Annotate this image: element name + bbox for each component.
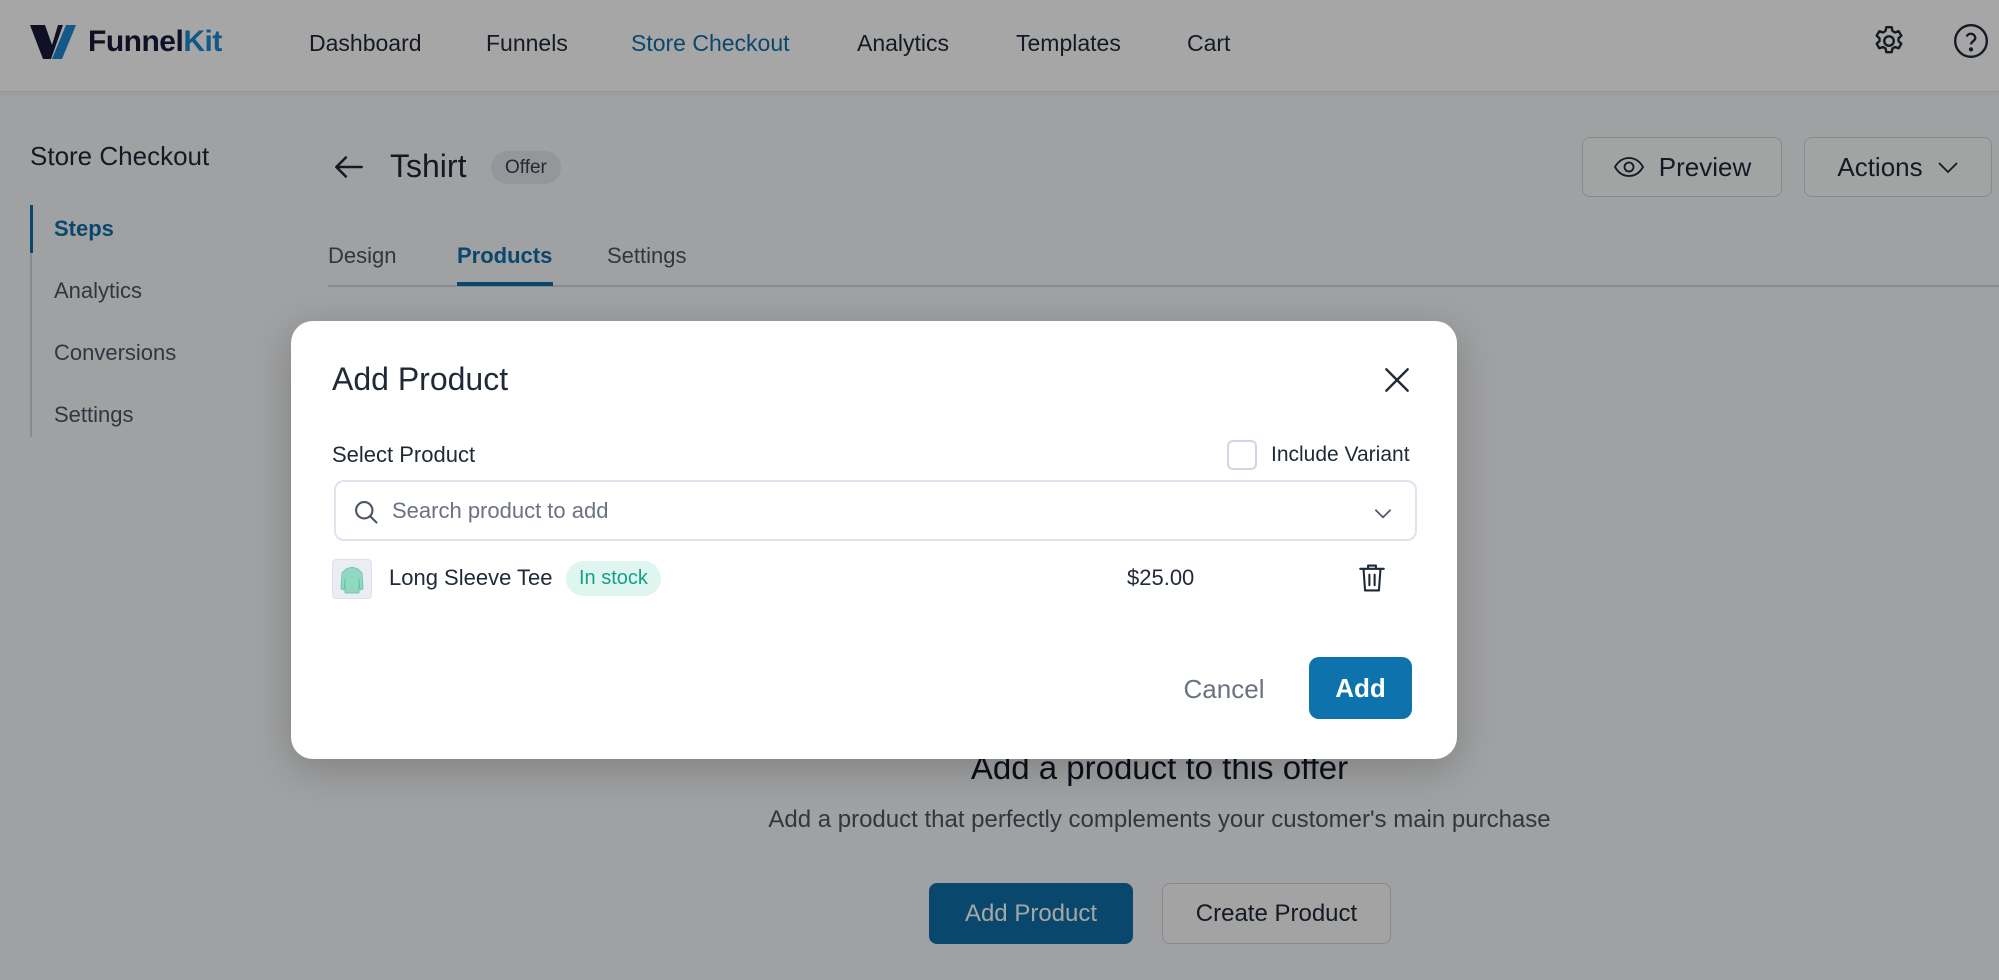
long-sleeve-shirt-icon: [340, 566, 364, 594]
search-icon: [355, 501, 378, 524]
include-variant-label: Include Variant: [1271, 443, 1410, 466]
close-icon[interactable]: [1381, 364, 1413, 396]
chevron-down-icon[interactable]: [1370, 500, 1396, 526]
product-name: Long Sleeve Tee: [389, 565, 553, 590]
product-thumbnail: [332, 559, 372, 599]
product-price: $25.00: [1127, 565, 1195, 590]
stock-status-badge: In stock: [566, 561, 661, 596]
select-product-label: Select Product: [332, 442, 476, 467]
cancel-button[interactable]: Cancel: [1159, 659, 1289, 719]
modal-title: Add Product: [332, 361, 509, 397]
product-list-item: Long Sleeve Tee In stock $25.00: [332, 557, 1417, 601]
product-search-input[interactable]: [392, 482, 1352, 539]
include-variant-checkbox[interactable]: [1227, 440, 1257, 470]
trash-icon[interactable]: [1356, 561, 1388, 595]
include-variant-toggle[interactable]: Include Variant: [1227, 440, 1410, 470]
add-button[interactable]: Add: [1309, 657, 1412, 719]
product-search-select[interactable]: [334, 480, 1417, 541]
add-product-modal: Add Product Select Product Include Varia…: [291, 321, 1457, 759]
